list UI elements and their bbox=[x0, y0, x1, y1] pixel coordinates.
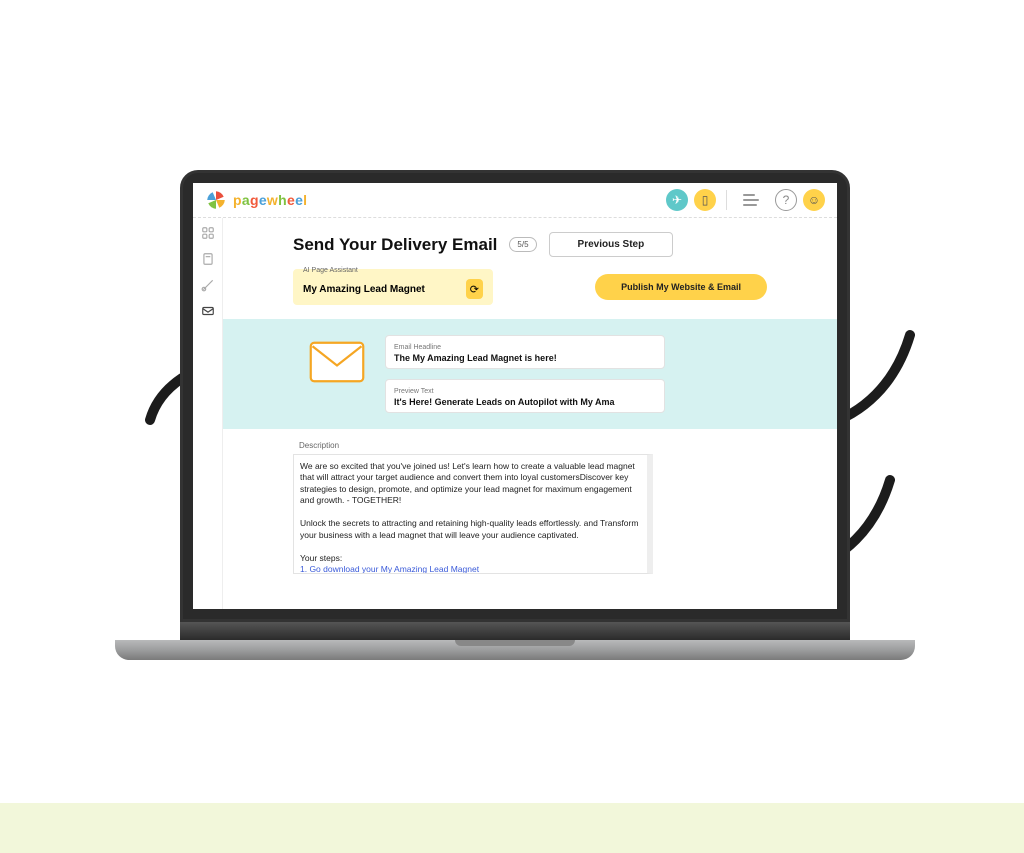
refresh-icon[interactable]: ⟳ bbox=[466, 279, 483, 299]
description-step1-link[interactable]: 1. Go download your My Amazing Lead Magn… bbox=[300, 564, 479, 574]
app-screen: pagewheel ✈ ▯ ? ☺ bbox=[193, 183, 837, 609]
description-textarea[interactable]: We are so excited that you've joined us!… bbox=[293, 454, 653, 574]
doc-icon[interactable]: ▯ bbox=[694, 189, 716, 211]
page-title: Send Your Delivery Email bbox=[293, 235, 497, 255]
list-icon[interactable] bbox=[743, 193, 763, 207]
email-preview-band: Email Headline The My Amazing Lead Magne… bbox=[223, 319, 837, 429]
preview-label: Preview Text bbox=[394, 388, 656, 395]
paintbrush-icon[interactable] bbox=[201, 278, 215, 292]
smiley-icon[interactable]: ☺ bbox=[803, 189, 825, 211]
main-content: Send Your Delivery Email 5/5 Previous St… bbox=[223, 218, 837, 609]
publish-button[interactable]: Publish My Website & Email bbox=[595, 274, 767, 300]
brand-name: pagewheel bbox=[233, 192, 307, 208]
preview-text-field[interactable]: Preview Text It's Here! Generate Leads o… bbox=[385, 379, 665, 413]
grid-icon[interactable] bbox=[201, 226, 215, 240]
step-indicator: 5/5 bbox=[509, 237, 536, 252]
assistant-input[interactable] bbox=[303, 284, 460, 295]
description-para2: Unlock the secrets to attracting and ret… bbox=[300, 518, 638, 539]
description-steps-label: Your steps: bbox=[300, 553, 342, 563]
preview-value: It's Here! Generate Leads on Autopilot w… bbox=[394, 397, 656, 407]
description-label: Description bbox=[299, 441, 767, 450]
ai-assistant-field[interactable]: AI Page Assistant ⟳ bbox=[293, 269, 493, 305]
description-para1: We are so excited that you've joined us!… bbox=[300, 461, 635, 505]
help-icon[interactable]: ? bbox=[775, 189, 797, 211]
previous-step-button[interactable]: Previous Step bbox=[549, 232, 674, 257]
app-header: pagewheel ✈ ▯ ? ☺ bbox=[193, 183, 837, 218]
envelope-icon bbox=[309, 341, 365, 383]
email-headline-field[interactable]: Email Headline The My Amazing Lead Magne… bbox=[385, 335, 665, 369]
headline-value: The My Amazing Lead Magnet is here! bbox=[394, 353, 656, 363]
headline-label: Email Headline bbox=[394, 344, 656, 351]
left-sidebar bbox=[193, 218, 223, 609]
mail-icon[interactable] bbox=[201, 304, 215, 318]
assistant-label: AI Page Assistant bbox=[303, 267, 358, 274]
pinwheel-logo bbox=[205, 189, 227, 211]
rocket-icon[interactable]: ✈ bbox=[666, 189, 688, 211]
page-icon[interactable] bbox=[201, 252, 215, 266]
